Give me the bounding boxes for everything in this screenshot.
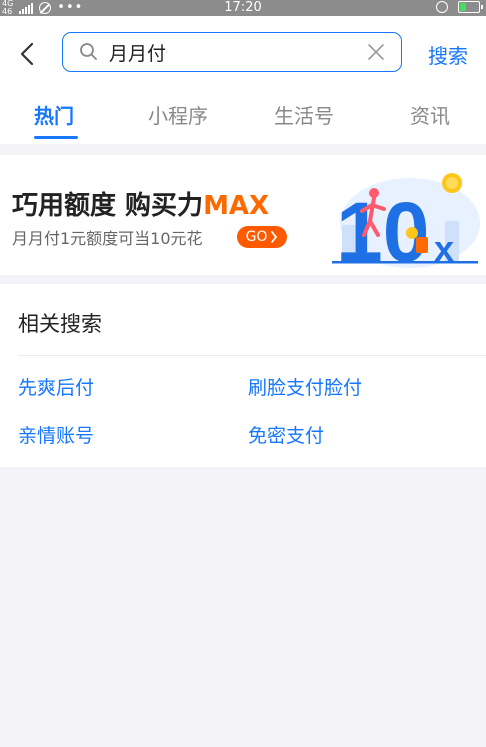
- related-item-family-account[interactable]: 亲情账号: [18, 421, 94, 448]
- banner-illustration: 10 x: [332, 173, 480, 271]
- banner-subtitle: 月月付1元额度可当10元花: [12, 229, 203, 248]
- go-button-label: GO: [245, 229, 268, 245]
- banner-art-suffix: x: [434, 228, 454, 269]
- active-tab-indicator: [34, 136, 78, 139]
- chevron-right-icon: [271, 231, 278, 243]
- go-button[interactable]: GO: [237, 226, 287, 248]
- tab-lifestyle-accounts[interactable]: 生活号: [274, 100, 334, 129]
- related-searches-title: 相关搜索: [18, 312, 102, 336]
- back-arrow-icon[interactable]: [16, 42, 40, 66]
- status-bar: 4G 46 ••• 17:20: [0, 0, 486, 16]
- banner-title-accent: MAX: [203, 191, 270, 221]
- banner-art-number: 10: [336, 185, 429, 271]
- battery-icon: [458, 1, 483, 13]
- promo-banner[interactable]: 巧用额度 购买力MAX 月月付1元额度可当10元花 GO 10 x: [0, 155, 486, 275]
- divider: [18, 355, 486, 356]
- status-time: 17:20: [224, 0, 262, 15]
- status-right: [436, 1, 483, 13]
- banner-title-main: 巧用额度 购买力: [12, 191, 204, 221]
- banner-title: 巧用额度 购买力MAX: [12, 185, 269, 222]
- search-header: 搜索 热门 小程序 生活号 资讯: [0, 16, 486, 144]
- clear-icon[interactable]: [367, 43, 385, 61]
- search-icon: [80, 43, 97, 60]
- search-input[interactable]: [109, 39, 359, 65]
- tab-hot[interactable]: 热门: [34, 100, 74, 129]
- alarm-icon: [436, 1, 448, 13]
- related-item-face-payment[interactable]: 刷脸支付脸付: [248, 373, 362, 400]
- search-box[interactable]: [62, 32, 402, 72]
- tab-mini-programs[interactable]: 小程序: [148, 100, 208, 129]
- related-item-buy-now-pay-later[interactable]: 先爽后付: [18, 373, 94, 400]
- search-tabs: 热门 小程序 生活号 资讯: [0, 96, 486, 142]
- tab-news[interactable]: 资讯: [410, 100, 450, 129]
- search-button[interactable]: 搜索: [428, 40, 468, 69]
- related-searches: 相关搜索 先爽后付 刷脸支付脸付 亲情账号 免密支付: [0, 284, 486, 467]
- related-item-password-free-payment[interactable]: 免密支付: [248, 421, 324, 448]
